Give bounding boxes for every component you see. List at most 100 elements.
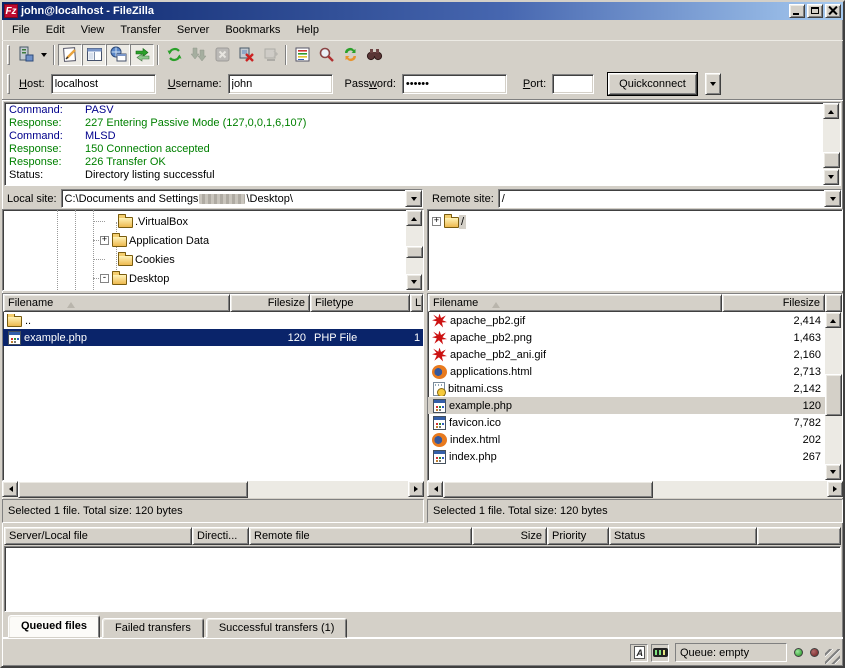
cancel-button[interactable] (210, 44, 234, 66)
column-header-filename[interactable]: Filename (428, 294, 722, 312)
port-label: Port: (523, 78, 546, 90)
file-row-selected[interactable]: example.php 120 (428, 397, 825, 414)
menu-edit[interactable]: Edit (38, 21, 73, 39)
folder-icon (7, 316, 22, 327)
column-header-remote-file[interactable]: Remote file (249, 527, 472, 545)
toggle-local-tree-button[interactable] (82, 44, 106, 66)
menu-help[interactable]: Help (288, 21, 327, 39)
close-button[interactable] (825, 4, 841, 18)
speed-limits-indicator[interactable] (651, 644, 669, 662)
scroll-left-button[interactable] (2, 481, 18, 497)
file-row[interactable]: apache_pb2.png 1,463 (428, 329, 825, 346)
scroll-down-button[interactable] (823, 169, 839, 185)
tab-queued-files[interactable]: Queued files (8, 615, 100, 638)
process-queue-button[interactable] (186, 44, 210, 66)
scroll-right-button[interactable] (827, 481, 843, 497)
column-header-filetype[interactable]: Filetype (310, 294, 410, 312)
remote-list-vscrollbar[interactable] (825, 312, 842, 480)
menu-file[interactable]: File (4, 21, 38, 39)
directory-comparison-button[interactable] (314, 44, 338, 66)
local-file-list: Filename Filesize Filetype L .. (2, 291, 424, 498)
remote-list-hscrollbar[interactable] (427, 481, 843, 498)
column-header-filesize[interactable]: Filesize (722, 294, 825, 312)
column-header-filename[interactable]: Filename (3, 294, 230, 312)
scroll-up-button[interactable] (823, 103, 839, 119)
directory-filter-button[interactable] (290, 44, 314, 66)
disconnect-button[interactable] (234, 44, 258, 66)
host-input[interactable] (51, 74, 156, 94)
file-row[interactable]: apache_pb2.gif 2,414 (428, 312, 825, 329)
file-row[interactable]: favicon.ico 7,782 (428, 414, 825, 431)
queue-body[interactable] (4, 546, 841, 612)
title-bar[interactable]: Fz john@localhost - FileZilla (2, 2, 843, 20)
column-header-server-local-file[interactable]: Server/Local file (4, 527, 192, 545)
file-row[interactable]: bitnami.css 2,142 (428, 380, 825, 397)
tree-item-desktop[interactable]: - Desktop (3, 269, 406, 288)
tab-failed-transfers[interactable]: Failed transfers (102, 618, 204, 638)
port-input[interactable] (552, 74, 594, 94)
site-manager-dropdown-button[interactable] (37, 44, 50, 66)
scrollbar-thumb[interactable] (443, 481, 653, 498)
remote-directory-tree: + / (428, 210, 842, 290)
menu-bookmarks[interactable]: Bookmarks (217, 21, 288, 39)
scroll-up-button[interactable] (825, 312, 841, 328)
scroll-down-button[interactable] (825, 464, 841, 480)
local-site-dropdown-button[interactable] (405, 190, 422, 207)
column-header-status[interactable]: Status (609, 527, 757, 545)
column-header-direction[interactable]: Directi... (192, 527, 249, 545)
scrollbar-thumb[interactable] (18, 481, 248, 498)
redacted-username (199, 194, 245, 204)
menu-view[interactable]: View (73, 21, 113, 39)
file-row-selected[interactable]: example.php 120 PHP File 1 (3, 329, 423, 346)
browser-panes: Local site: C:\Documents and Settings\De… (2, 188, 843, 523)
collapse-icon[interactable]: - (100, 274, 109, 283)
scroll-up-button[interactable] (406, 210, 422, 226)
scrollbar-thumb[interactable] (406, 246, 423, 258)
column-header-last-modified[interactable]: L (410, 294, 423, 312)
menu-transfer[interactable]: Transfer (112, 21, 169, 39)
remote-site-dropdown-button[interactable] (824, 190, 841, 207)
expand-icon[interactable]: + (432, 217, 441, 226)
transfer-type-indicator[interactable] (630, 644, 648, 662)
refresh-button[interactable] (162, 44, 186, 66)
file-row[interactable]: apache_pb2_ani.gif 2,160 (428, 346, 825, 363)
expand-icon[interactable]: + (100, 236, 109, 245)
username-input[interactable] (228, 74, 333, 94)
scroll-down-button[interactable] (406, 274, 422, 290)
tree-item-cookies[interactable]: Cookies (3, 250, 406, 269)
find-files-button[interactable] (362, 44, 386, 66)
quickconnect-dropdown-button[interactable] (705, 73, 721, 95)
maximize-button[interactable] (807, 4, 823, 18)
file-row[interactable]: applications.html 2,713 (428, 363, 825, 380)
tab-successful-transfers[interactable]: Successful transfers (1) (206, 618, 348, 638)
reconnect-button[interactable] (258, 44, 282, 66)
column-header-filesize[interactable]: Filesize (230, 294, 310, 312)
menu-server[interactable]: Server (169, 21, 217, 39)
tree-item-root[interactable]: + / (428, 212, 842, 231)
scrollbar-thumb[interactable] (825, 374, 842, 416)
file-row[interactable]: index.php 267 (428, 448, 825, 465)
toggle-message-log-button[interactable] (58, 44, 82, 66)
password-input[interactable] (402, 74, 507, 94)
tree-item-application-data[interactable]: + Application Data (3, 231, 406, 250)
toggle-transfer-queue-button[interactable] (130, 44, 154, 66)
local-tree-scrollbar[interactable] (406, 210, 423, 290)
scroll-left-button[interactable] (427, 481, 443, 497)
quickconnect-button[interactable]: Quickconnect (608, 73, 697, 95)
toggle-remote-tree-button[interactable] (106, 44, 130, 66)
resize-grip[interactable] (825, 649, 840, 664)
synchronized-browsing-button[interactable] (338, 44, 362, 66)
column-header-size[interactable]: Size (472, 527, 547, 545)
log-vertical-scrollbar[interactable] (823, 103, 840, 185)
site-manager-button[interactable] (13, 44, 37, 66)
scrollbar-thumb[interactable] (823, 152, 840, 168)
tree-item-virtualbox[interactable]: .VirtualBox (3, 212, 406, 231)
local-list-hscrollbar[interactable] (2, 481, 424, 498)
remote-site-path-combo[interactable]: / (498, 189, 842, 208)
file-row-parent-dir[interactable]: .. (3, 312, 423, 329)
column-header-priority[interactable]: Priority (547, 527, 609, 545)
local-site-path-combo[interactable]: C:\Documents and Settings\Desktop\ (61, 189, 423, 208)
minimize-button[interactable] (789, 4, 805, 18)
file-row[interactable]: index.html 202 (428, 431, 825, 448)
scroll-right-button[interactable] (408, 481, 424, 497)
